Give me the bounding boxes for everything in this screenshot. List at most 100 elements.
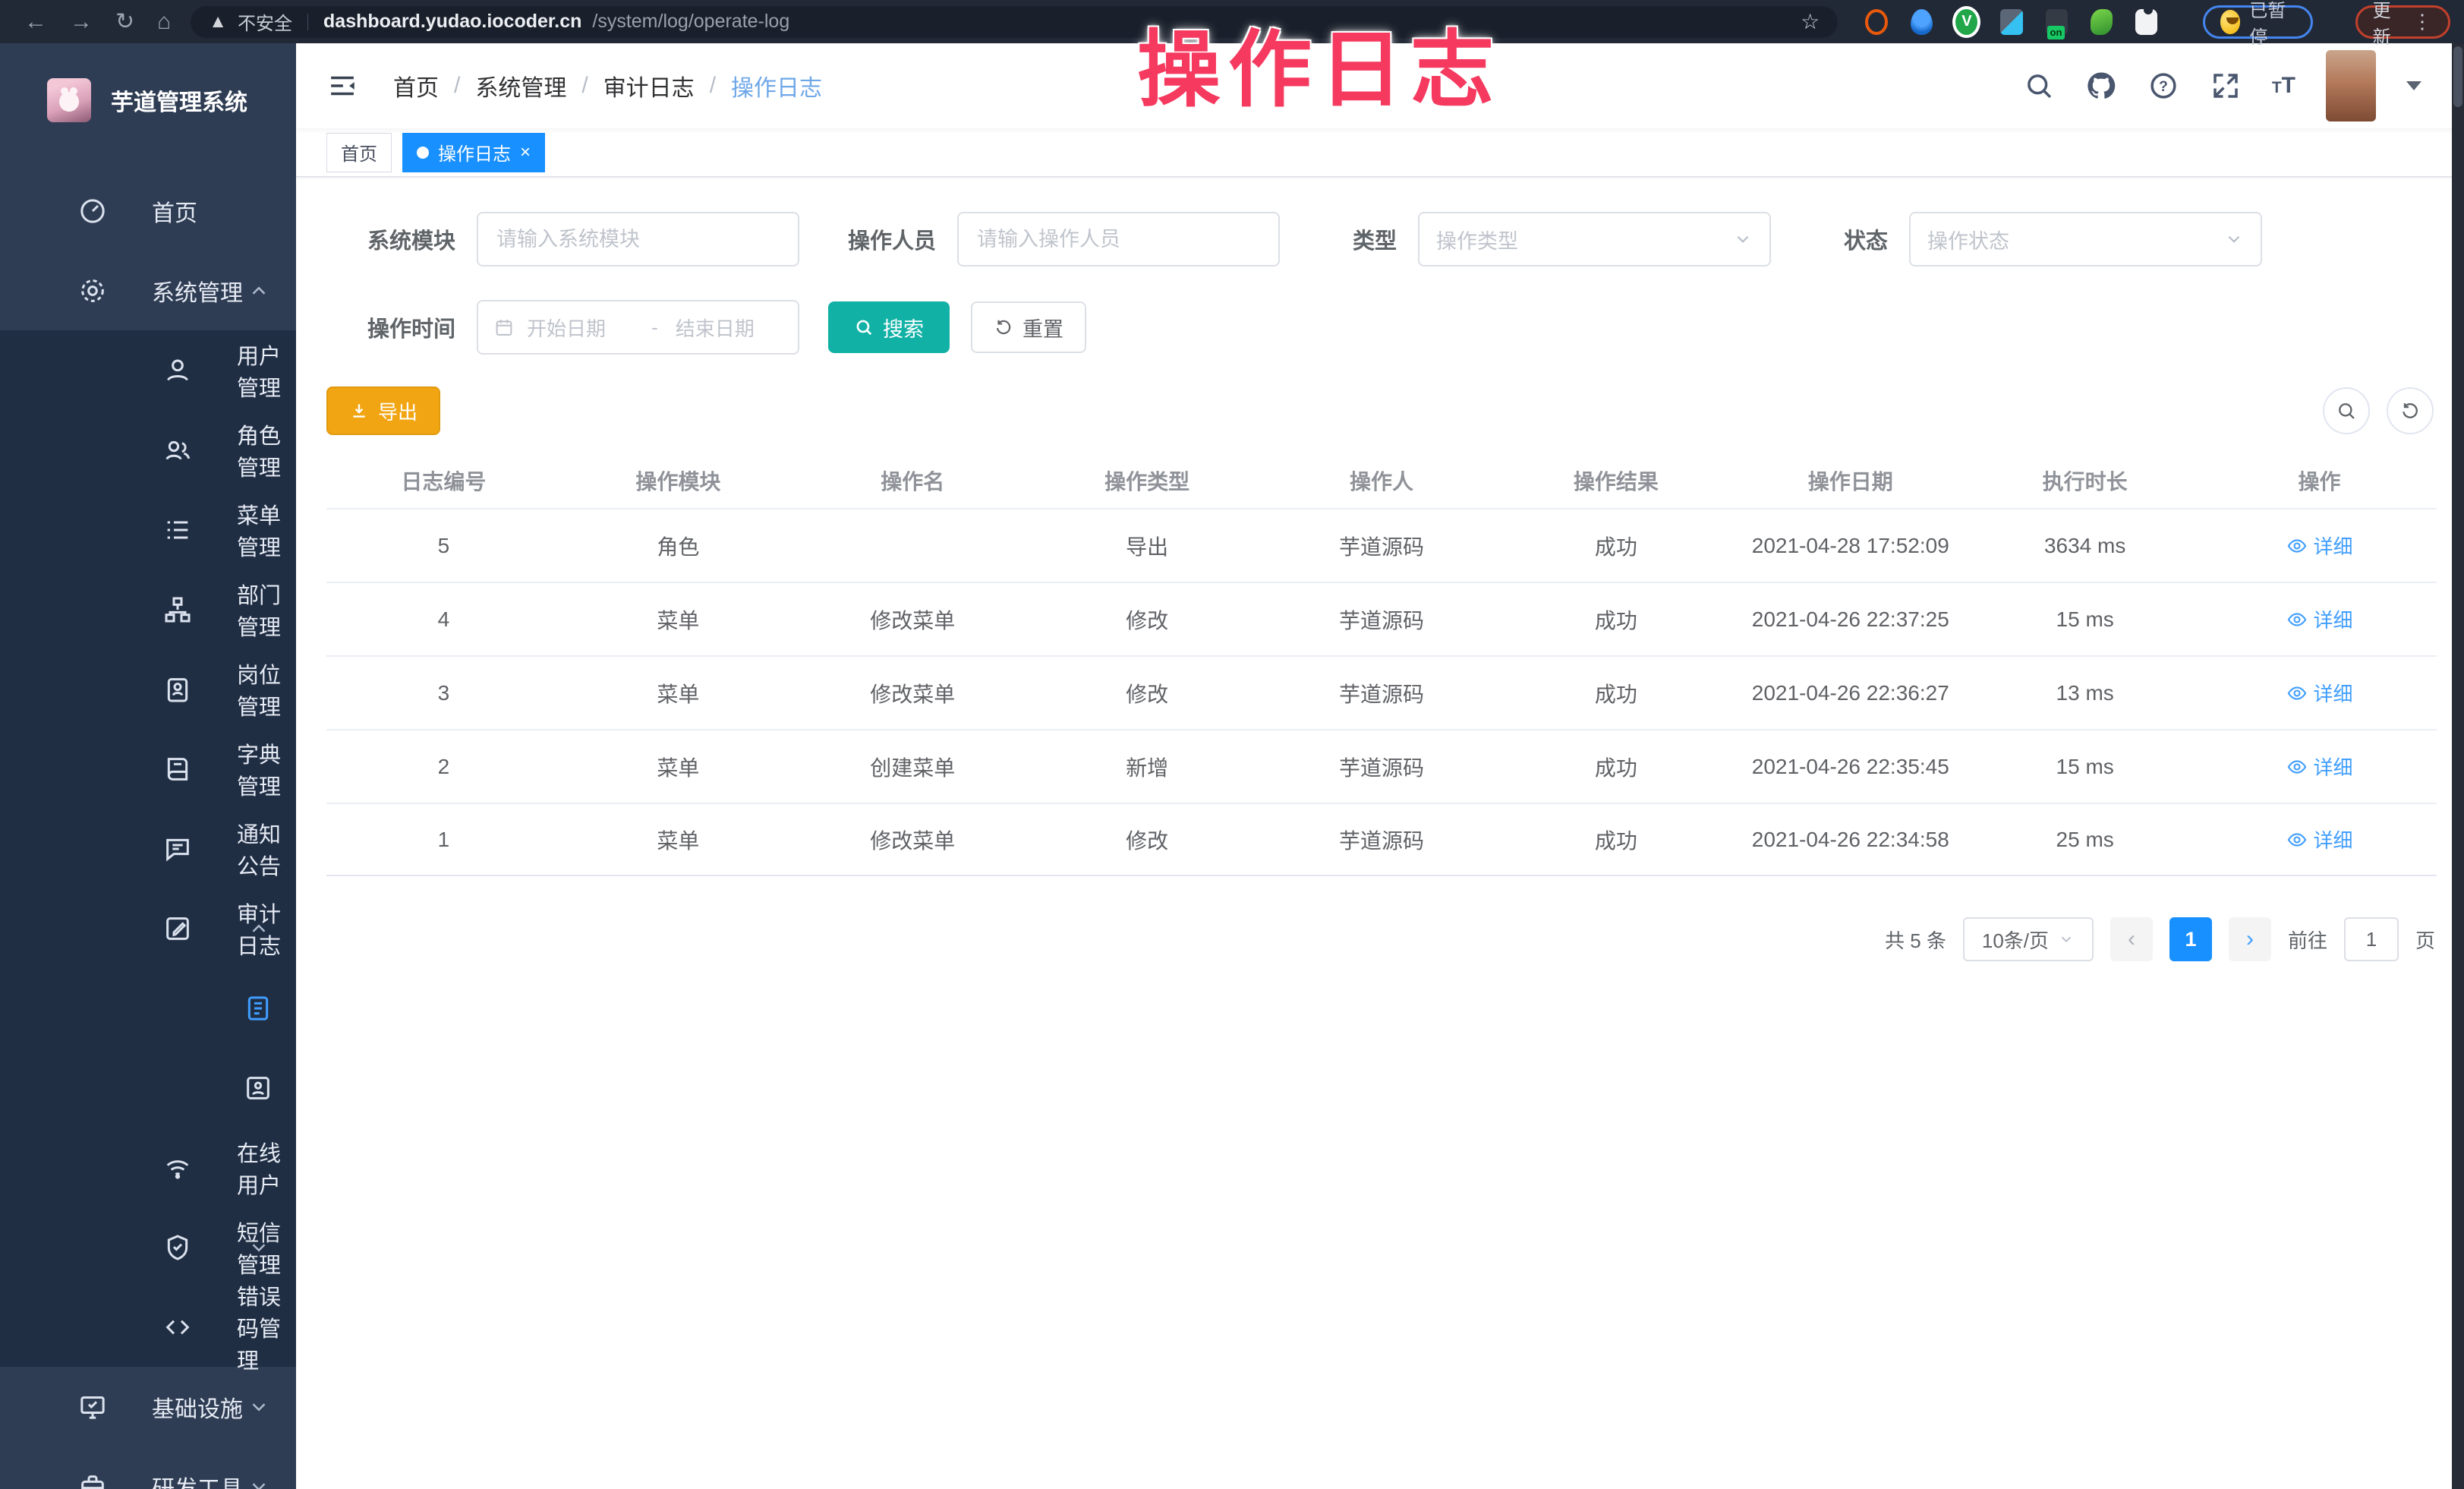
- breadcrumb-audit-log[interactable]: 审计日志: [603, 69, 695, 103]
- breadcrumb-system[interactable]: 系统管理: [475, 69, 566, 103]
- show-search-button[interactable]: [2323, 387, 2370, 434]
- tag-operate-log[interactable]: 操作日志 ×: [402, 133, 545, 172]
- sidebar-item-announcement[interactable]: 通知公告: [0, 809, 296, 888]
- fullscreen-icon[interactable]: [2210, 70, 2242, 102]
- help-icon[interactable]: ?: [2147, 70, 2179, 102]
- sidebar-item-system-management[interactable]: 系统管理: [0, 251, 296, 330]
- sidebar-item-post-management[interactable]: 岗位管理: [0, 649, 296, 729]
- forward-icon[interactable]: →: [70, 11, 93, 33]
- goto-page-input[interactable]: [2344, 917, 2399, 961]
- sidebar-item-department-management[interactable]: 部门管理: [0, 569, 296, 649]
- users-icon: [161, 434, 194, 467]
- orange-ring-ext-icon[interactable]: [1865, 9, 1888, 35]
- status-select[interactable]: 操作状态: [1909, 212, 2262, 267]
- calendar-icon: [493, 317, 515, 338]
- detail-link[interactable]: 详细: [2286, 752, 2353, 781]
- detail-link[interactable]: 详细: [2286, 679, 2353, 707]
- sidebar-item-error-code-management[interactable]: 错误码管理: [0, 1287, 296, 1367]
- chevron-down-icon: [2058, 931, 2075, 948]
- sidebar-item-online-users[interactable]: 在线用户: [0, 1128, 296, 1207]
- chevron-down-icon: [247, 1236, 270, 1259]
- profile-paused-button[interactable]: 已暂停: [2203, 5, 2313, 39]
- current-page-button[interactable]: 1: [2169, 917, 2212, 961]
- security-label: 不安全: [238, 8, 292, 35]
- close-icon[interactable]: ×: [520, 142, 531, 163]
- infrastructure-icon: [76, 1390, 109, 1424]
- sidebar-collapse-icon[interactable]: [326, 70, 358, 102]
- bookmark-star-icon[interactable]: ☆: [1801, 9, 1820, 34]
- duo-tone-ext-icon[interactable]: [2000, 9, 2022, 35]
- start-date-placeholder[interactable]: 开始日期: [527, 314, 634, 342]
- goto-label: 前往: [2288, 926, 2327, 954]
- back-icon[interactable]: ←: [24, 11, 47, 33]
- avatar[interactable]: [2326, 50, 2376, 121]
- prev-page-button[interactable]: ‹: [2110, 917, 2153, 961]
- detail-link[interactable]: 详细: [2286, 825, 2353, 853]
- logo-image: [47, 78, 91, 122]
- detail-link[interactable]: 详细: [2286, 532, 2353, 560]
- blue-pin-ext-icon[interactable]: [1911, 9, 1933, 35]
- paused-label: 已暂停: [2249, 0, 2295, 49]
- col-date: 操作日期: [1733, 465, 1968, 496]
- sidebar-item-sms-management[interactable]: 短信管理: [0, 1207, 296, 1287]
- sidebar-item-dict-management[interactable]: 字典管理: [0, 729, 296, 809]
- dictionary-icon: [161, 752, 194, 786]
- next-page-button[interactable]: ›: [2229, 917, 2271, 961]
- audit-log-icon: [161, 912, 194, 945]
- operator-input[interactable]: [957, 212, 1280, 267]
- tag-home[interactable]: 首页: [326, 133, 392, 172]
- reload-icon[interactable]: ↻: [115, 11, 134, 33]
- breadcrumb-home[interactable]: 首页: [393, 69, 439, 103]
- app-logo[interactable]: 芋道管理系统: [0, 43, 296, 157]
- export-button[interactable]: 导出: [326, 386, 440, 435]
- update-browser-button[interactable]: 更新 ⋮: [2355, 5, 2450, 39]
- sidebar-item-home[interactable]: 首页: [0, 171, 296, 251]
- table-row: 1 菜单 修改菜单 修改 芋道源码 成功 2021-04-26 22:34:58…: [326, 803, 2437, 876]
- badge-icon: [161, 673, 194, 706]
- scrollbar-thumb[interactable]: [2453, 46, 2462, 107]
- sidebar-item-audit-log[interactable]: 审计日志: [0, 888, 296, 968]
- refresh-table-button[interactable]: [2387, 387, 2434, 434]
- puzzle-ext-icon[interactable]: [2135, 9, 2157, 35]
- col-duration: 执行时长: [1968, 465, 2202, 496]
- announcement-icon: [161, 832, 194, 866]
- sidebar-item-user-management[interactable]: 用户管理: [0, 330, 296, 410]
- green-leaf-ext-icon[interactable]: [2091, 9, 2113, 35]
- type-select[interactable]: 操作类型: [1418, 212, 1771, 267]
- table-toolbar: 导出: [326, 386, 2437, 435]
- sidebar-item-infrastructure[interactable]: 基础设施: [0, 1367, 296, 1446]
- browser-toolbar: ← → ↻ ⌂ ▲ 不安全 dashboard.yudao.iocoder.cn…: [0, 0, 2464, 43]
- type-label: 类型: [1353, 223, 1397, 255]
- sidebar-item-dev-tools[interactable]: 研发工具: [0, 1446, 296, 1489]
- col-type: 操作类型: [1030, 465, 1265, 496]
- module-input[interactable]: [477, 212, 799, 267]
- table-row: 5 角色 导出 芋道源码 成功 2021-04-28 17:52:09 3634…: [326, 508, 2437, 582]
- detail-link[interactable]: 详细: [2286, 605, 2353, 633]
- home-icon[interactable]: ⌂: [157, 11, 171, 33]
- operate-log-table: 日志编号 操作模块 操作名 操作类型 操作人 操作结果 操作日期 执行时长 操作…: [326, 453, 2437, 876]
- github-icon[interactable]: [2085, 70, 2117, 102]
- page-size-select[interactable]: 10条/页: [1963, 917, 2094, 961]
- sidebar-item-role-management[interactable]: 角色管理: [0, 410, 296, 490]
- browser-menu-icon[interactable]: ⋮: [2412, 10, 2433, 33]
- reset-button[interactable]: 重置: [971, 301, 1086, 353]
- chevron-down-icon: [2224, 229, 2244, 249]
- search-icon[interactable]: [2023, 70, 2055, 102]
- font-size-icon[interactable]: TT: [2272, 73, 2295, 99]
- date-range-picker[interactable]: 开始日期 - 结束日期: [477, 300, 799, 355]
- green-v-ext-icon[interactable]: V: [1955, 9, 1977, 35]
- window-scrollbar[interactable]: [2452, 43, 2464, 1489]
- caret-down-icon[interactable]: [2406, 81, 2421, 90]
- end-date-placeholder[interactable]: 结束日期: [676, 314, 783, 342]
- search-button[interactable]: 搜索: [828, 301, 950, 353]
- code-icon: [161, 1311, 194, 1344]
- dashboard-icon: [76, 194, 109, 228]
- dark-on-ext-icon[interactable]: on: [2046, 9, 2068, 35]
- sidebar-item-operate-log[interactable]: 操作日志: [0, 968, 296, 1048]
- page-content: 系统模块 操作人员 类型 操作类型 状态 操作状态 操作时间: [296, 177, 2464, 1489]
- chevron-down-icon: [247, 1475, 270, 1489]
- address-bar[interactable]: ▲ 不安全 dashboard.yudao.iocoder.cn /system…: [191, 6, 1838, 38]
- sidebar-item-menu-management[interactable]: 菜单管理: [0, 490, 296, 569]
- sidebar-item-login-log[interactable]: 登录日志: [0, 1048, 296, 1128]
- chevron-down-icon: [1733, 229, 1753, 249]
